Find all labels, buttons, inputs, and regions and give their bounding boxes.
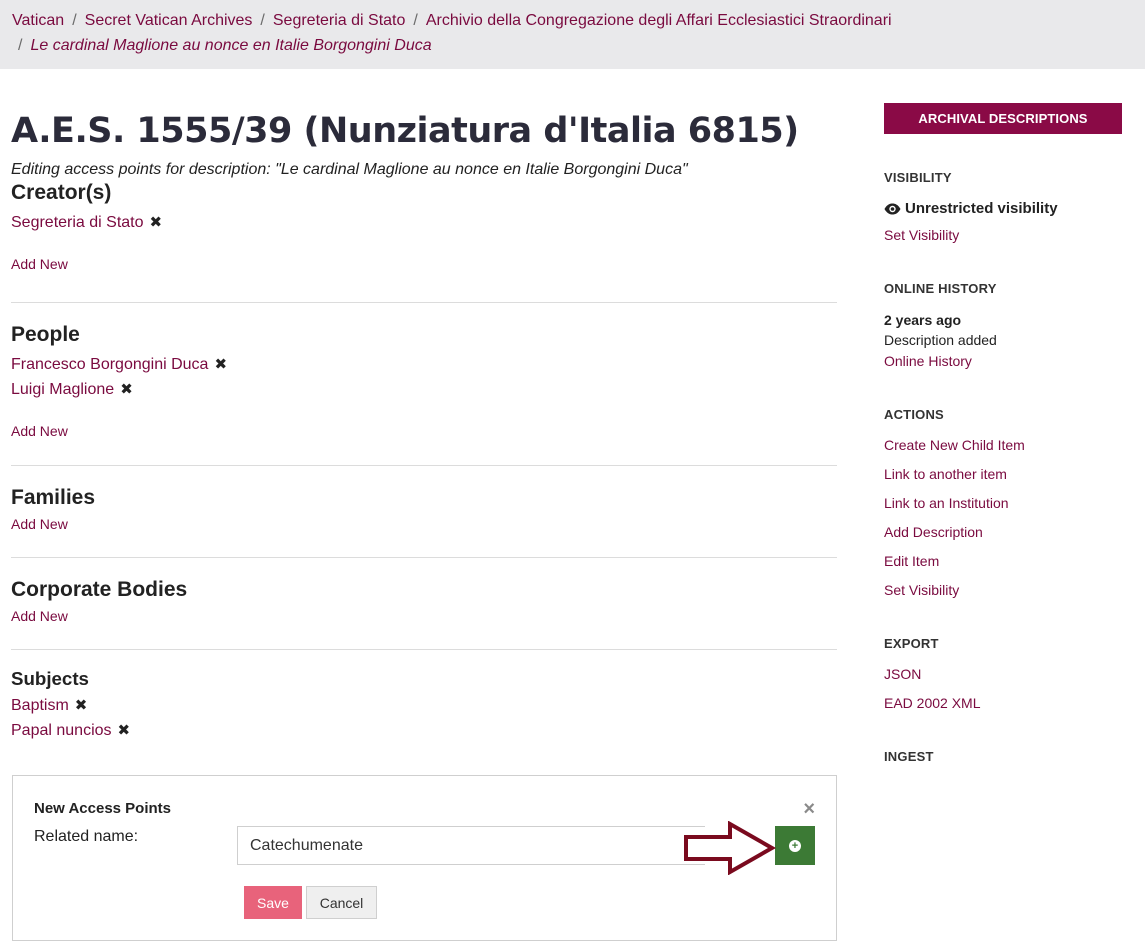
breadcrumb-segreteria[interactable]: Segreteria di Stato [273,12,406,29]
breadcrumb-vatican[interactable]: Vatican [12,12,64,29]
history-what: Description added [884,332,997,348]
section-heading: Creator(s) [11,181,112,204]
access-point-link[interactable]: Francesco Borgongini Duca [11,356,208,373]
access-point-item: Papal nuncios ✖ [11,718,837,743]
online-history-heading: ONLINE HISTORY [884,281,997,296]
page-subtitle: Editing access points for description: "… [11,161,688,178]
access-point-item: Baptism ✖ [11,693,837,718]
add-new-corporate-body-link[interactable]: Add New [11,608,68,624]
remove-x-icon[interactable]: ✖ [118,718,131,743]
remove-x-icon[interactable]: ✖ [150,210,163,235]
access-point-item: Francesco Borgongini Duca ✖ [11,352,837,377]
section-people: People Francesco Borgongini Duca ✖ Luigi … [11,303,837,466]
sidebar: ARCHIVAL DESCRIPTIONS VISIBILITY Unrestr… [884,103,1122,764]
section-heading: People [11,323,80,346]
archival-descriptions-button[interactable]: ARCHIVAL DESCRIPTIONS [884,103,1122,134]
annotation-arrow-icon [684,821,776,875]
section-families: Families Add New [11,466,837,558]
page-title: A.E.S. 1555/39 (Nunziatura d'Italia 6815… [11,111,799,151]
breadcrumb-archivio[interactable]: Archivio della Congregazione degli Affar… [426,12,892,29]
section-corporate-bodies: Corporate Bodies Add New [11,558,837,650]
breadcrumb-separator: / [260,12,265,29]
access-point-link[interactable]: Papal nuncios [11,722,112,739]
breadcrumb-line-2: / Le cardinal Maglione au nonce en Italie… [12,33,1133,58]
related-name-label: Related name: [34,828,139,845]
edit-item-link[interactable]: Edit Item [884,553,939,569]
access-point-link[interactable]: Luigi Maglione [11,381,114,398]
plus-circle-icon: + [789,839,801,852]
export-heading: EXPORT [884,636,939,651]
panel-title: New Access Points [34,800,171,817]
set-visibility-link[interactable]: Set Visibility [884,227,959,243]
breadcrumb-secret-archives[interactable]: Secret Vatican Archives [85,12,253,29]
breadcrumb-separator: / [72,12,77,29]
export-ead-xml-link[interactable]: EAD 2002 XML [884,695,981,711]
create-new-child-item-link[interactable]: Create New Child Item [884,437,1025,453]
remove-x-icon[interactable]: ✖ [120,377,133,402]
close-icon[interactable]: × [803,798,815,821]
actions-heading: ACTIONS [884,407,944,422]
section-heading: Families [11,486,96,509]
breadcrumb-current: Le cardinal Maglione au nonce en Italie … [30,37,432,54]
save-button[interactable]: Save [244,886,302,919]
add-new-creator-link[interactable]: Add New [11,256,68,272]
visibility-status-text: Unrestricted visibility [905,200,1058,217]
ingest-heading: INGEST [884,749,934,764]
breadcrumb: Vatican / Secret Vatican Archives / Segreter… [0,0,1145,69]
visibility-heading: VISIBILITY [884,170,952,185]
section-subjects: Subjects Baptism ✖ Papal nuncios ✖ [11,650,837,743]
history-when: 2 years ago [884,312,962,328]
access-point-item: Luigi Maglione ✖ [11,377,837,402]
visibility-status: Unrestricted visibility [884,200,1058,217]
remove-x-icon[interactable]: ✖ [214,352,227,377]
remove-x-icon[interactable]: ✖ [75,693,88,718]
set-visibility-action-link[interactable]: Set Visibility [884,582,959,598]
access-point-link[interactable]: Baptism [11,697,69,714]
access-point-item: Segreteria di Stato ✖ [11,210,837,235]
link-to-another-item-link[interactable]: Link to another item [884,466,1007,482]
online-history-link[interactable]: Online History [884,353,972,369]
add-description-link[interactable]: Add Description [884,524,983,540]
export-json-link[interactable]: JSON [884,666,921,682]
add-access-point-button[interactable]: + [775,826,815,865]
cancel-button[interactable]: Cancel [306,886,377,919]
breadcrumb-separator: / [18,37,23,54]
breadcrumb-line-1: Vatican / Secret Vatican Archives / Segreter… [12,8,1133,33]
related-name-input[interactable] [237,826,705,865]
section-creators: Creator(s) Segreteria di Stato ✖ Add New [11,179,837,303]
section-heading: Subjects [11,668,89,689]
add-new-family-link[interactable]: Add New [11,516,68,532]
breadcrumb-separator: / [413,12,418,29]
add-new-person-link[interactable]: Add New [11,423,68,439]
access-point-link[interactable]: Segreteria di Stato [11,214,144,231]
section-heading: Corporate Bodies [11,578,188,601]
main-content: A.E.S. 1555/39 (Nunziatura d'Italia 6815… [11,105,837,743]
link-to-institution-link[interactable]: Link to an Institution [884,495,1009,511]
eye-icon [884,203,901,214]
